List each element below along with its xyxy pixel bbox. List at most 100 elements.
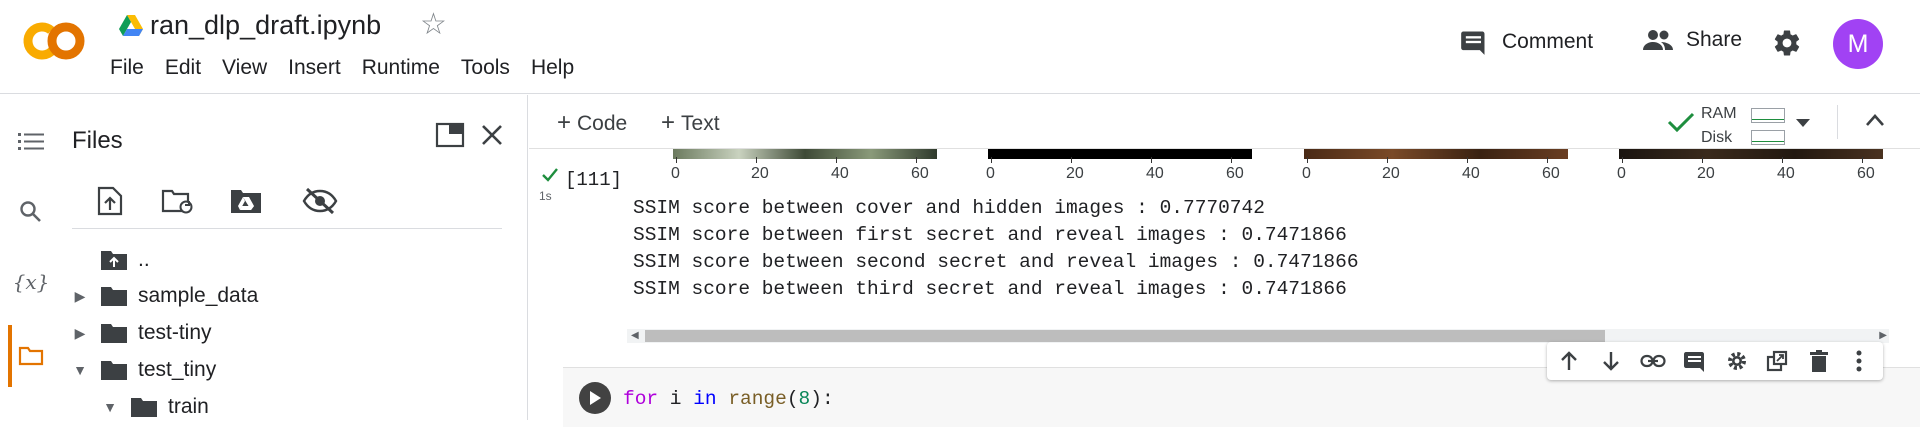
axis-tick-label: 60 bbox=[911, 165, 929, 182]
open-in-tab-icon[interactable] bbox=[432, 117, 468, 153]
close-icon[interactable] bbox=[474, 117, 510, 153]
menu-bar: File Edit View Insert Runtime Tools Help bbox=[110, 56, 595, 80]
upload-file-icon[interactable] bbox=[90, 181, 130, 221]
plus-icon: + bbox=[661, 109, 676, 136]
axis-tick-label: 40 bbox=[1146, 165, 1164, 182]
folder-icon bbox=[130, 396, 158, 418]
search-icon[interactable] bbox=[14, 195, 48, 229]
menu-help[interactable]: Help bbox=[531, 56, 574, 80]
axis-tick-label: 60 bbox=[1542, 165, 1560, 182]
mirror-cell-icon[interactable] bbox=[1763, 347, 1791, 375]
axis-tick-mark bbox=[1071, 157, 1072, 163]
axis-tick-label: 0 bbox=[986, 165, 995, 182]
tree-item-test-tiny-dash[interactable]: ▶ test-tiny bbox=[68, 316, 212, 350]
code-editor-line[interactable]: for i in range(8): bbox=[623, 388, 834, 410]
output-image-secret bbox=[1304, 149, 1568, 159]
axis-tick-label: 20 bbox=[1697, 165, 1715, 182]
divider bbox=[1837, 105, 1838, 139]
chevron-right-icon[interactable]: ▶ bbox=[68, 325, 92, 342]
disk-bar bbox=[1751, 130, 1785, 145]
tree-item-parent[interactable]: .. bbox=[100, 243, 150, 277]
table-of-contents-icon[interactable] bbox=[14, 125, 48, 159]
menu-insert[interactable]: Insert bbox=[288, 56, 341, 80]
menu-view[interactable]: View bbox=[222, 56, 267, 80]
output-line: SSIM score between third secret and reve… bbox=[633, 278, 1347, 300]
comment-icon[interactable] bbox=[1681, 347, 1709, 375]
share-button[interactable]: Share bbox=[1642, 28, 1742, 52]
active-indicator bbox=[8, 325, 12, 387]
tree-item-sample-data[interactable]: ▶ sample_data bbox=[68, 279, 259, 313]
more-vert-icon[interactable] bbox=[1845, 347, 1873, 375]
delete-trash-icon[interactable] bbox=[1805, 347, 1833, 375]
run-cell-button[interactable] bbox=[579, 382, 611, 414]
output-image-cover bbox=[673, 149, 937, 159]
mount-drive-icon[interactable] bbox=[226, 181, 266, 221]
folder-icon bbox=[100, 322, 128, 344]
folder-up-icon bbox=[100, 249, 128, 271]
chevron-down-icon[interactable]: ▼ bbox=[98, 399, 122, 415]
settings-gear-icon[interactable] bbox=[1772, 28, 1802, 63]
notebook-area: + Code + Text RAM Disk 0 20 40 60 0 20 40 60 0 20 40… bbox=[529, 95, 1920, 427]
output-line: SSIM score between first secret and reve… bbox=[633, 224, 1347, 246]
variables-icon[interactable]: {𝑥} bbox=[13, 265, 50, 299]
execution-count: [111] bbox=[565, 169, 623, 191]
plus-icon: + bbox=[557, 109, 572, 136]
tree-item-label: .. bbox=[138, 248, 150, 271]
code-token: i bbox=[658, 388, 694, 410]
axis-tick-label: 60 bbox=[1857, 165, 1875, 182]
scrollbar-thumb[interactable] bbox=[645, 330, 1605, 342]
menu-tools[interactable]: Tools bbox=[461, 56, 510, 80]
share-label: Share bbox=[1686, 28, 1743, 51]
code-token: for bbox=[623, 388, 659, 410]
scroll-left-arrow-icon[interactable]: ◀ bbox=[631, 329, 639, 343]
output-line: SSIM score between second secret and rev… bbox=[633, 251, 1359, 273]
caret-down-icon[interactable] bbox=[1795, 115, 1811, 133]
hidden-files-icon[interactable] bbox=[300, 181, 340, 221]
axis-tick-label: 0 bbox=[671, 165, 680, 182]
axis-tick-mark bbox=[916, 157, 917, 163]
avatar[interactable]: M bbox=[1833, 19, 1883, 69]
add-code-button[interactable]: + Code bbox=[557, 109, 627, 137]
menu-file[interactable]: File bbox=[110, 56, 144, 80]
move-up-arrow-icon[interactable] bbox=[1555, 347, 1583, 375]
colab-logo[interactable] bbox=[20, 18, 88, 64]
notebook-title[interactable]: ran_dlp_draft.ipynb bbox=[150, 10, 381, 41]
tree-item-label: train bbox=[168, 395, 209, 418]
chevron-down-icon[interactable]: ▼ bbox=[68, 362, 92, 378]
code-token: 8 bbox=[798, 388, 811, 410]
cell-settings-gear-icon[interactable] bbox=[1723, 347, 1751, 375]
code-token: range bbox=[716, 388, 787, 410]
horizontal-scrollbar[interactable]: ◀ ▶ bbox=[627, 329, 1889, 343]
tree-item-train[interactable]: ▼ train bbox=[98, 390, 209, 420]
axis-tick-mark bbox=[676, 157, 677, 163]
chevron-right-icon[interactable]: ▶ bbox=[68, 288, 92, 305]
axis-tick-mark bbox=[1547, 157, 1548, 163]
star-icon[interactable]: ☆ bbox=[420, 10, 447, 40]
comment-label: Comment bbox=[1502, 30, 1594, 53]
menu-runtime[interactable]: Runtime bbox=[362, 56, 440, 80]
google-drive-icon bbox=[118, 14, 144, 38]
cell-toolbar bbox=[1547, 342, 1883, 380]
execution-time: 1s bbox=[539, 189, 552, 203]
axis-tick-mark bbox=[836, 157, 837, 163]
axis-tick-label: 20 bbox=[1382, 165, 1400, 182]
files-title: Files bbox=[72, 127, 123, 154]
refresh-folder-icon[interactable] bbox=[158, 181, 198, 221]
axis-tick-mark bbox=[1702, 157, 1703, 163]
move-down-arrow-icon[interactable] bbox=[1597, 347, 1625, 375]
add-text-button[interactable]: + Text bbox=[661, 109, 720, 137]
folder-icon bbox=[100, 285, 128, 307]
ram-label: RAM bbox=[1701, 105, 1737, 122]
side-rail: {𝑥} bbox=[0, 95, 60, 420]
collapse-chevron-up-icon[interactable] bbox=[1865, 113, 1885, 132]
scroll-right-arrow-icon[interactable]: ▶ bbox=[1879, 329, 1887, 343]
tree-item-test-tiny[interactable]: ▼ test_tiny bbox=[68, 353, 216, 387]
code-token: ): bbox=[810, 388, 834, 410]
axis-tick-label: 40 bbox=[831, 165, 849, 182]
axis-tick-mark bbox=[1307, 157, 1308, 163]
link-icon[interactable] bbox=[1639, 347, 1667, 375]
folder-icon[interactable] bbox=[14, 339, 48, 373]
files-pane: Files .. ▶ sample_data ▶ test-tiny ▼ tes… bbox=[60, 95, 528, 420]
comment-button[interactable]: Comment bbox=[1460, 28, 1593, 56]
menu-edit[interactable]: Edit bbox=[165, 56, 201, 80]
